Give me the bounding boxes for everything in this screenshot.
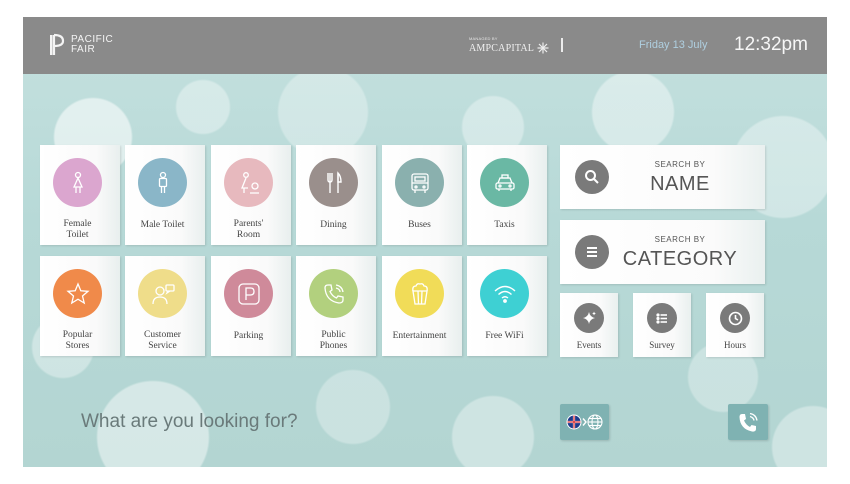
events-button[interactable]: Events [560,293,618,357]
tile-dining[interactable]: Dining [296,145,376,245]
search-by-name-button[interactable]: SEARCH BY NAME [560,145,765,209]
tile-label: Popular Stores [62,330,93,351]
tile-label: Taxis [494,220,515,230]
hours-label: Hours [724,340,746,350]
tile-label: Male Toilet [140,220,185,230]
search-name-label: NAME [650,173,710,195]
search-icon [575,160,609,194]
tile-parents-room[interactable]: Parents' Room [211,145,291,245]
tile-entertainment[interactable]: Entertainment [382,256,462,356]
tile-label: Dining [320,220,347,230]
pacific-fair-logo-mark [50,33,65,55]
bus-icon [395,158,444,207]
parking-icon [224,269,273,318]
survey-button[interactable]: Survey [633,293,691,357]
tile-label: Customer Service [144,330,181,351]
tile-public-phones[interactable]: Public Phones [296,256,376,356]
tile-parking[interactable]: Parking [211,256,291,356]
clock-icon [720,303,750,333]
top-bar: PACIFIC FAIR MANAGED BY AMPCAPITAL Frida… [23,17,827,74]
tile-buses[interactable]: Buses [382,145,462,245]
sparkle-icon [574,303,604,333]
tile-label: Buses [408,220,431,230]
parents-room-icon [224,158,273,207]
tile-free-wifi[interactable]: Free WiFi [467,256,547,356]
call-icon [739,412,758,432]
menu-icon [575,235,609,269]
language-switch-button[interactable] [560,404,609,440]
language-switch-icon [566,414,603,430]
male-icon [138,158,187,207]
kiosk-screen: PACIFIC FAIR MANAGED BY AMPCAPITAL Frida… [23,17,827,467]
tile-label: Entertainment [392,331,447,341]
survey-label: Survey [649,340,675,350]
current-date: Friday 13 July [639,39,708,51]
call-button[interactable] [728,404,768,440]
popcorn-icon [395,269,444,318]
hours-button[interactable]: Hours [706,293,764,357]
dining-icon [309,158,358,207]
tile-male-toilet[interactable]: Male Toilet [125,145,205,245]
tile-label: Parking [233,331,264,341]
amp-snowflake-icon [537,42,549,54]
managed-by-text: MANAGED BY [469,36,498,41]
logo-line-2: FAIR [71,44,96,55]
taxi-icon [480,158,529,207]
list-icon [647,303,677,333]
header-divider [561,38,563,52]
tile-popular-stores[interactable]: Popular Stores [40,256,120,356]
amp-capital-text: AMPCAPITAL [469,43,535,54]
tile-label: Public Phones [319,330,348,351]
phone-icon [309,269,358,318]
events-label: Events [576,340,602,350]
tile-female-toilet[interactable]: Female Toilet [40,145,120,245]
current-time: 12:32pm [734,34,808,55]
tile-customer-service[interactable]: Customer Service [125,256,205,356]
tile-label: Parents' Room [233,219,264,240]
search-by-label: SEARCH BY [654,235,706,244]
tile-taxis[interactable]: Taxis [467,145,547,245]
search-prompt[interactable]: What are you looking for? [81,411,298,433]
amp-capital-logo: MANAGED BY AMPCAPITAL [469,36,549,54]
search-by-label: SEARCH BY [654,160,706,169]
search-category-label: CATEGORY [622,248,738,270]
search-by-category-button[interactable]: SEARCH BY CATEGORY [560,220,765,284]
tile-label: Free WiFi [485,331,524,341]
customer-service-icon [138,269,187,318]
star-icon [53,269,102,318]
pacific-fair-logo: PACIFIC FAIR [49,33,113,57]
tile-label: Female Toilet [63,219,92,240]
wifi-icon [480,269,529,318]
female-icon [53,158,102,207]
